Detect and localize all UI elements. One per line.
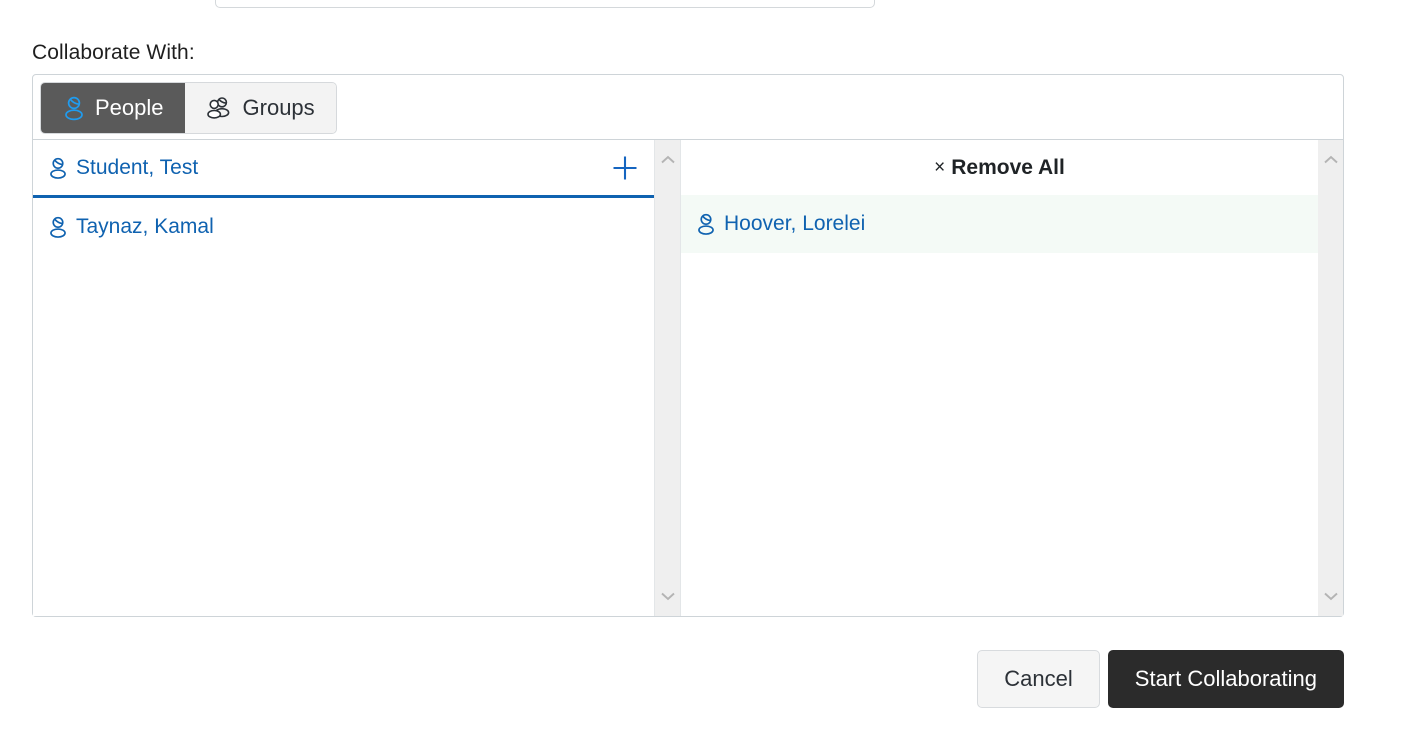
dialog-actions: Cancel Start Collaborating bbox=[0, 650, 1344, 708]
cancel-button[interactable]: Cancel bbox=[977, 650, 1100, 708]
chevron-down-icon[interactable] bbox=[655, 590, 680, 602]
person-icon bbox=[62, 95, 86, 121]
dual-list-container: Student, Test Taynaz, Kamal × Remove All… bbox=[33, 140, 1343, 616]
list-item-label: Student, Test bbox=[76, 155, 199, 179]
list-item-label: Hoover, Lorelei bbox=[724, 212, 866, 235]
page-title: Collaborate With: bbox=[32, 41, 195, 64]
list-item[interactable]: Hoover, Lorelei bbox=[681, 195, 1318, 253]
start-collaborating-button[interactable]: Start Collaborating bbox=[1107, 650, 1344, 708]
tab-people-label: People bbox=[95, 95, 164, 120]
remove-all-button[interactable]: × Remove All bbox=[681, 140, 1318, 195]
list-item-label: Taynaz, Kamal bbox=[76, 215, 214, 238]
chevron-down-icon[interactable] bbox=[1318, 590, 1343, 602]
available-list-scrollbar[interactable] bbox=[655, 140, 680, 616]
chevron-up-icon[interactable] bbox=[655, 154, 680, 166]
selected-collaborators-list: × Remove All Hoover, Lorelei bbox=[680, 140, 1318, 616]
tab-groups-label: Groups bbox=[242, 95, 315, 120]
tab-groups[interactable]: Groups bbox=[184, 83, 336, 133]
chevron-up-icon[interactable] bbox=[1318, 154, 1343, 166]
close-icon: × bbox=[934, 156, 946, 178]
person-icon bbox=[47, 156, 69, 180]
person-icon bbox=[695, 212, 717, 236]
tab-strip: People Groups bbox=[40, 82, 337, 134]
remove-all-label: Remove All bbox=[951, 155, 1065, 179]
collaborate-panel: People Groups Student, Test Taynaz, Kama… bbox=[32, 74, 1344, 617]
people-group-icon bbox=[206, 95, 234, 121]
list-item[interactable]: Student, Test bbox=[33, 140, 654, 198]
list-item[interactable]: Taynaz, Kamal bbox=[33, 198, 654, 256]
plus-icon[interactable] bbox=[610, 153, 640, 183]
selected-list-scrollbar[interactable] bbox=[1318, 140, 1343, 616]
person-icon bbox=[47, 215, 69, 239]
available-people-list: Student, Test Taynaz, Kamal bbox=[33, 140, 655, 616]
tab-people[interactable]: People bbox=[41, 83, 185, 133]
truncated-text-field[interactable] bbox=[215, 0, 875, 8]
